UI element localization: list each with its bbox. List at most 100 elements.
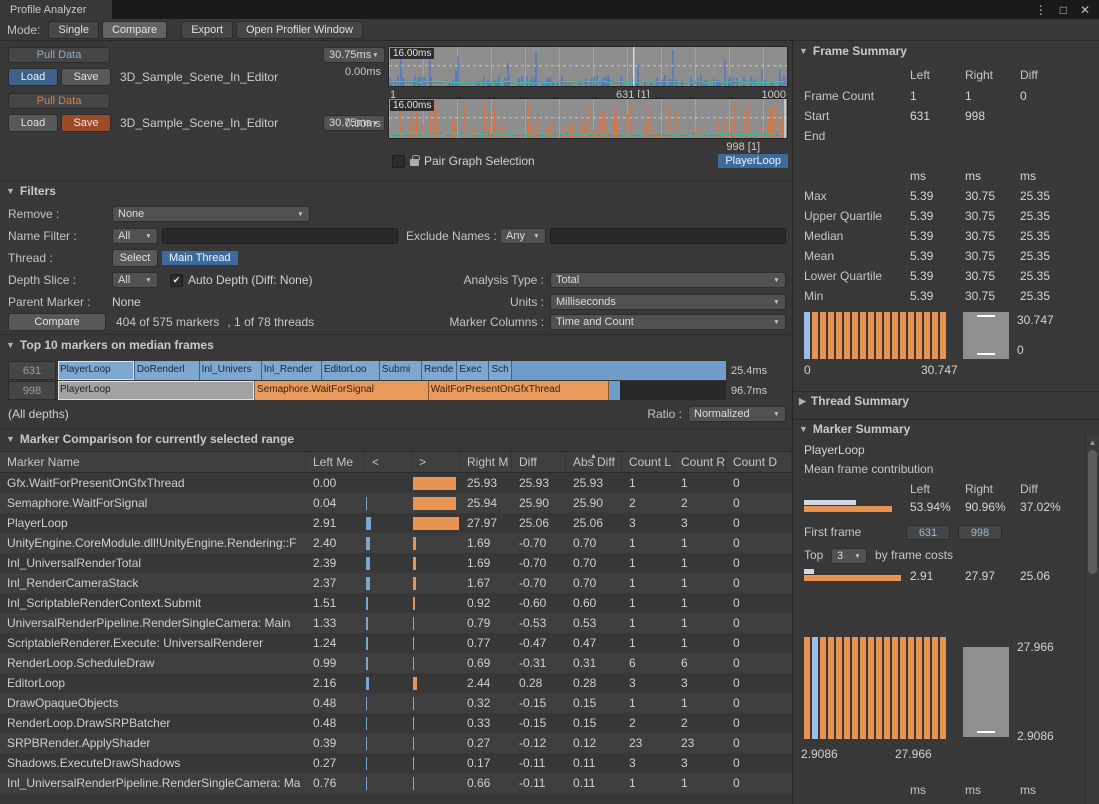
marker-segment[interactable] [609, 381, 620, 400]
marker-name-cell: Gfx.WaitForPresentOnGfxThread [0, 473, 306, 493]
frame-number[interactable]: 631 [8, 361, 56, 380]
pull-data-button-right[interactable]: Pull Data [8, 93, 110, 109]
table-row[interactable]: PlayerLoop2.9127.9725.0625.06330 [0, 513, 792, 533]
frame-number[interactable]: 998 [8, 381, 56, 400]
table-row[interactable]: Inl_RenderCameraStack2.371.67-0.700.7011… [0, 573, 792, 593]
export-button[interactable]: Export [181, 21, 233, 39]
first-frame-right-button[interactable]: 998 [958, 525, 1002, 540]
foldout-icon[interactable]: ▼ [799, 46, 808, 56]
table-row[interactable]: UnityEngine.CoreModule.dll!UnityEngine.R… [0, 533, 792, 553]
table-row[interactable]: RenderLoop.ScheduleDraw0.990.69-0.310.31… [0, 653, 792, 673]
table-row[interactable]: Inl_ScriptableRenderContext.Submit1.510.… [0, 593, 792, 613]
value-cell: 1 [622, 593, 674, 613]
tab-compare[interactable]: Compare [102, 21, 167, 39]
column-header-left-me[interactable]: Left Me [306, 452, 365, 472]
load-button-left[interactable]: Load [8, 68, 58, 86]
pair-graph-checkbox[interactable] [392, 155, 405, 168]
remove-dropdown[interactable]: None [112, 206, 310, 222]
thread-select-button[interactable]: Select [112, 249, 158, 267]
marker-summary-columns: Left Right Diff [793, 482, 1099, 498]
marker-segment[interactable]: PlayerLoop [58, 381, 255, 400]
open-profiler-window-button[interactable]: Open Profiler Window [236, 21, 363, 39]
marker-segment[interactable]: Rende [422, 361, 457, 380]
column-header--[interactable]: < [365, 452, 412, 472]
exclude-mode-dropdown[interactable]: Any [500, 228, 546, 244]
comparison-header[interactable]: ▼ Marker Comparison for currently select… [0, 429, 792, 449]
top10-header[interactable]: ▼ Top 10 markers on median frames [0, 335, 792, 355]
marker-segment[interactable]: Submi [380, 361, 422, 380]
column-header-marker-name[interactable]: Marker Name [0, 452, 306, 472]
table-row[interactable]: Inl_UniversalRenderPipeline.RenderSingle… [0, 773, 792, 793]
table-row[interactable]: Semaphore.WaitForSignal0.0425.9425.9025.… [0, 493, 792, 513]
table-row[interactable]: Inl_UniversalRenderTotal2.391.69-0.700.7… [0, 553, 792, 573]
column-header-diff[interactable]: Diff [512, 452, 566, 472]
table-row[interactable]: DrawOpaqueObjects0.480.32-0.150.15110 [0, 693, 792, 713]
save-button-left[interactable]: Save [61, 68, 111, 86]
top-n-dropdown[interactable]: 3 [831, 548, 867, 564]
name-filter-mode-dropdown[interactable]: All [112, 228, 158, 244]
table-row[interactable]: Shadows.ExecuteDrawShadows0.270.17-0.110… [0, 753, 792, 773]
load-button-right[interactable]: Load [8, 114, 58, 132]
more-icon[interactable]: ⋮ [1035, 3, 1047, 17]
foldout-icon[interactable]: ▼ [6, 434, 15, 444]
depth-slice-dropdown[interactable]: All [112, 272, 158, 288]
marker-segment[interactable]: Semaphore.WaitForSignal [255, 381, 429, 400]
marker-segment[interactable]: Sch [489, 361, 512, 380]
foldout-icon[interactable]: ▼ [6, 340, 15, 350]
window-tab[interactable]: Profile Analyzer [0, 0, 112, 19]
marker-segment[interactable]: WaitForPresentOnGfxThread [429, 381, 609, 400]
save-button-right[interactable]: Save [61, 114, 111, 132]
thread-summary-header[interactable]: ▶ Thread Summary [799, 394, 909, 408]
selected-marker-chip[interactable]: PlayerLoop [718, 154, 788, 168]
column-header-count-d[interactable]: Count D [726, 452, 792, 472]
marker-segment[interactable]: PlayerLoop [58, 361, 135, 380]
marker-segment[interactable]: EditorLoo [322, 361, 380, 380]
column-header-count-r[interactable]: Count R [674, 452, 726, 472]
value-cell: 3 [622, 513, 674, 533]
column-header-right-m[interactable]: Right M [460, 452, 512, 472]
frame-box-max-label: 30.747 [1017, 313, 1054, 327]
units-dropdown[interactable]: Milliseconds [550, 294, 786, 310]
lock-icon [410, 159, 419, 166]
table-row[interactable]: RenderLoop.DrawSRPBatcher0.480.33-0.150.… [0, 713, 792, 733]
filters-header[interactable]: ▼ Filters [0, 181, 792, 201]
auto-depth-checkbox[interactable]: ✔ [170, 274, 183, 287]
analysis-type-dropdown[interactable]: Total [550, 272, 786, 288]
table-row[interactable]: UniversalRenderPipeline.RenderSingleCame… [0, 613, 792, 633]
table-row[interactable]: EditorLoop2.162.440.280.28330 [0, 673, 792, 693]
left-frames-graph[interactable]: 16.00ms [388, 46, 788, 87]
scrollbar-thumb[interactable] [1088, 450, 1097, 574]
foldout-icon[interactable]: ▼ [799, 424, 808, 434]
pull-data-button-left[interactable]: Pull Data [8, 47, 110, 63]
table-row[interactable]: ScriptableRenderer.Execute: UniversalRen… [0, 633, 792, 653]
exclude-names-input[interactable] [550, 228, 786, 244]
ratio-dropdown[interactable]: Normalized [688, 406, 786, 422]
marker-segment[interactable]: Inl_Univers [200, 361, 262, 380]
table-row[interactable]: SRPBRender.ApplyShader0.390.27-0.120.122… [0, 733, 792, 753]
name-filter-input[interactable] [162, 228, 398, 244]
maximize-icon[interactable]: □ [1060, 3, 1067, 17]
marker-segment[interactable]: Exec [457, 361, 489, 380]
foldout-icon[interactable]: ▼ [6, 186, 15, 196]
marker-segment[interactable]: Inl_Render [262, 361, 322, 380]
column-header-count-l[interactable]: Count L [622, 452, 674, 472]
column-header-abs-diff[interactable]: Abs Diff▲ [566, 452, 622, 472]
right-graph-min-label: 0.00ms [323, 118, 381, 130]
table-row[interactable]: Gfx.WaitForPresentOnGfxThread0.0025.9325… [0, 473, 792, 493]
frame-summary-header[interactable]: ▼ Frame Summary [799, 44, 1079, 58]
panel-scrollbar[interactable]: ▲ [1085, 435, 1099, 804]
marker-segment[interactable] [512, 361, 726, 380]
marker-columns-dropdown[interactable]: Time and Count [550, 314, 786, 330]
first-frame-left-button[interactable]: 631 [906, 525, 950, 540]
marker-segment[interactable]: DoRenderl [135, 361, 200, 380]
column-header--[interactable]: > [412, 452, 460, 472]
right-frames-graph[interactable]: 16.00ms [388, 98, 788, 139]
tab-single[interactable]: Single [48, 21, 99, 39]
left-graph-scale-dropdown[interactable]: 30.75ms [323, 47, 385, 63]
foldout-icon[interactable]: ▶ [799, 396, 806, 407]
close-icon[interactable]: ✕ [1080, 3, 1090, 17]
marker-summary-header[interactable]: ▼ Marker Summary [799, 422, 910, 436]
top10-row: 631 PlayerLoopDoRenderlInl_UniversInl_Re… [8, 361, 767, 380]
scroll-up-icon[interactable]: ▲ [1086, 438, 1099, 447]
compare-button[interactable]: Compare [8, 313, 106, 331]
